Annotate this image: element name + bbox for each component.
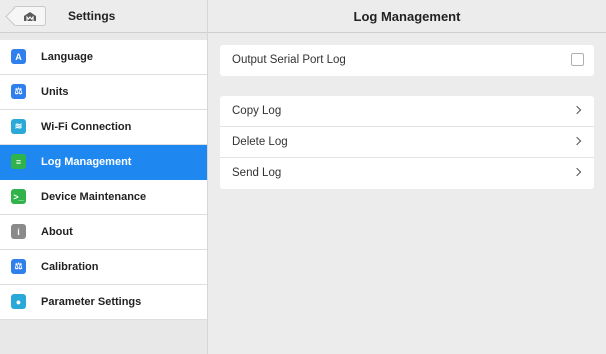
scale-icon: ⚖	[11, 84, 26, 99]
sidebar-item-label: Wi-Fi Connection	[41, 121, 132, 133]
sidebar-header: Settings	[0, 0, 207, 33]
sidebar-item-label: Language	[41, 51, 93, 63]
sidebar-item-about[interactable]: i About	[0, 215, 207, 250]
drop-icon: ●	[11, 294, 26, 309]
sidebar-item-wi-fi-connection[interactable]: ≋ Wi-Fi Connection	[0, 110, 207, 145]
sidebar-item-label: About	[41, 226, 73, 238]
sidebar-item-parameter-settings[interactable]: ● Parameter Settings	[0, 285, 207, 320]
calibration-icon: ⚖	[11, 259, 26, 274]
sidebar-item-language[interactable]: A Language	[0, 40, 207, 75]
action-label: Delete Log	[232, 136, 288, 148]
log-icon: ≡	[11, 154, 26, 169]
action-label: Copy Log	[232, 105, 282, 117]
content-panel: Log Management Output Serial Port Log Co…	[208, 0, 606, 354]
sidebar-item-calibration[interactable]: ⚖ Calibration	[0, 250, 207, 285]
serial-log-row[interactable]: Output Serial Port Log	[220, 45, 594, 76]
page-title: Log Management	[353, 9, 461, 24]
home-icon	[24, 12, 36, 21]
settings-app: Settings A Language ⚖ Units ≋ Wi-Fi Connectio…	[0, 0, 606, 354]
sidebar-item-label: Units	[41, 86, 69, 98]
chevron-right-icon	[572, 105, 582, 115]
sidebar-item-device-maintenance[interactable]: >_ Device Maintenance	[0, 180, 207, 215]
language-icon: A	[11, 49, 26, 64]
action-label: Send Log	[232, 167, 282, 179]
serial-log-card: Output Serial Port Log	[220, 45, 594, 76]
info-icon: i	[11, 224, 26, 239]
sidebar-item-label: Log Management	[41, 156, 132, 168]
wifi-icon: ≋	[11, 119, 26, 134]
log-actions-card: Copy Log Delete Log Send Log	[220, 96, 594, 189]
chevron-right-icon	[572, 167, 582, 177]
sidebar-item-label: Parameter Settings	[41, 296, 142, 308]
terminal-icon: >_	[11, 189, 26, 204]
back-arrow-icon	[5, 7, 24, 26]
send-log-row[interactable]: Send Log	[220, 158, 594, 189]
sidebar-title: Settings	[68, 9, 116, 23]
sidebar-item-log-management[interactable]: ≡ Log Management	[0, 145, 207, 180]
home-button[interactable]	[5, 6, 46, 26]
content-header: Log Management	[208, 0, 606, 33]
serial-log-checkbox[interactable]	[571, 53, 584, 66]
sidebar-item-label: Device Maintenance	[41, 191, 147, 203]
chevron-right-icon	[572, 136, 582, 146]
serial-log-label: Output Serial Port Log	[232, 54, 346, 66]
sidebar-item-units[interactable]: ⚖ Units	[0, 75, 207, 110]
sidebar-item-label: Calibration	[41, 261, 99, 273]
settings-sidebar: Settings A Language ⚖ Units ≋ Wi-Fi Connectio…	[0, 0, 208, 354]
delete-log-row[interactable]: Delete Log	[220, 127, 594, 158]
copy-log-row[interactable]: Copy Log	[220, 96, 594, 127]
settings-menu: A Language ⚖ Units ≋ Wi-Fi Connection ≡ Log Man…	[0, 40, 207, 320]
